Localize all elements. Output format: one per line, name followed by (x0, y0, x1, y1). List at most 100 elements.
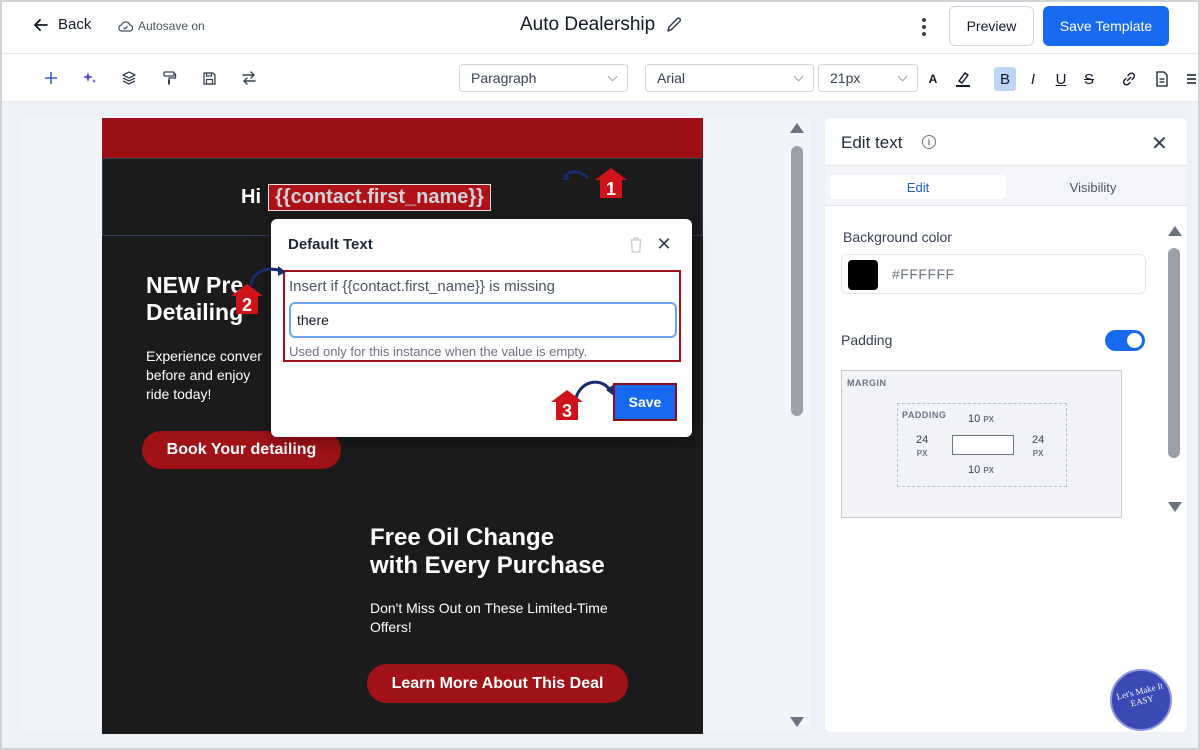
italic-button[interactable]: I (1022, 67, 1044, 91)
section1-title-line: Detailing (146, 299, 244, 325)
template-title-text: Auto Dealership (520, 14, 656, 35)
tab-visibility[interactable]: Visibility (1015, 175, 1171, 199)
panel-tabs: Edit Visibility (825, 166, 1187, 206)
ai-sparkle-icon[interactable] (79, 67, 101, 89)
block-type-value: Paragraph (471, 70, 537, 86)
underline-button[interactable]: U (1050, 67, 1072, 91)
section2-body-line: Don't Miss Out on These Limited-Time (370, 600, 608, 616)
top-header: Back Autosave on Auto Dealership Preview… (0, 0, 1200, 54)
font-size-value: 21px (830, 70, 861, 86)
font-size-icon[interactable]: A (922, 67, 944, 91)
background-color-label: Background color (843, 229, 952, 245)
pencil-icon[interactable] (665, 16, 683, 34)
document-icon[interactable] (1151, 67, 1173, 91)
email-header-band (102, 118, 703, 158)
info-icon[interactable]: i (922, 135, 936, 149)
panel-title: Edit text (841, 133, 903, 152)
default-text-popup: Default Text ✕ Insert if {{contact.first… (271, 219, 692, 437)
unit-label: PX (916, 449, 928, 458)
save-template-button[interactable]: Save Template (1043, 6, 1169, 46)
content-box (952, 435, 1014, 455)
padding-left-number: 24 (916, 434, 929, 446)
default-text-help: Used only for this instance when the val… (289, 344, 588, 359)
autosave-status: Autosave on (118, 19, 205, 33)
layers-icon[interactable] (118, 67, 140, 89)
lets-make-it-easy-logo: Let's Make It EASY (1110, 669, 1172, 731)
margin-box: MARGIN PADDING 10 PX 24 PX 24 PX 10 PX (841, 370, 1122, 518)
padding-box: PADDING 10 PX 24 PX 24 PX 10 PX (897, 403, 1067, 487)
unit-label: PX (983, 466, 994, 475)
default-text-field-group: Insert if {{contact.first_name}} is miss… (283, 270, 681, 362)
strikethrough-button[interactable]: S (1078, 67, 1100, 91)
canvas-scrollbar[interactable] (787, 118, 807, 732)
learn-more-button[interactable]: Learn More About This Deal (367, 664, 628, 703)
chevron-down-icon (897, 71, 908, 81)
greeting-text[interactable]: Hi {{contact.first_name}} (241, 184, 491, 211)
section1-title[interactable]: NEW Pre Detailing (146, 272, 243, 326)
default-text-input[interactable] (289, 302, 677, 338)
close-icon[interactable]: ✕ (1151, 131, 1168, 156)
section1-body-line: ride today! (146, 386, 212, 402)
font-family-value: Arial (657, 70, 686, 86)
preview-button[interactable]: Preview (949, 6, 1034, 46)
save-icon[interactable] (198, 67, 220, 89)
more-tools-icon[interactable] (1186, 67, 1198, 91)
background-color-value: #FFFFFF (892, 266, 955, 282)
unit-label: PX (983, 415, 994, 424)
scroll-thumb[interactable] (1168, 248, 1180, 458)
color-swatch[interactable] (848, 260, 878, 290)
scroll-down-icon[interactable] (1168, 502, 1182, 512)
back-button[interactable]: Back (34, 16, 91, 33)
padding-right-number: 24 (1032, 434, 1045, 446)
section1-body-line: before and enjoy (146, 367, 251, 383)
highlight-color-icon[interactable] (952, 67, 974, 91)
bold-button[interactable]: B (994, 67, 1016, 91)
font-size-select[interactable]: 21px (818, 64, 918, 92)
background-color-picker[interactable]: #FFFFFF (841, 254, 1146, 294)
logo-text: Let's Make It EASY (1115, 680, 1165, 709)
section2-title-line: Free Oil Change (370, 524, 555, 551)
edit-text-panel: Edit text i ✕ Edit Visibility Background… (825, 118, 1187, 732)
section2-body[interactable]: Don't Miss Out on These Limited-Time Off… (370, 599, 608, 637)
section1-body[interactable]: Experience conver before and enjoy ride … (146, 347, 262, 404)
step-number: 3 (556, 401, 578, 421)
chevron-down-icon (607, 71, 618, 81)
add-icon[interactable] (40, 67, 62, 89)
arrow-left-icon (34, 18, 48, 31)
padding-toggle[interactable] (1105, 330, 1145, 351)
font-family-select[interactable]: Arial (645, 64, 814, 92)
scroll-thumb[interactable] (791, 146, 803, 416)
trash-icon[interactable] (628, 236, 644, 254)
scroll-down-icon[interactable] (790, 717, 804, 727)
annotation-arrow-1 (561, 170, 590, 180)
padding-left-value[interactable]: 24 PX (916, 434, 928, 460)
link-icon[interactable] (1118, 67, 1140, 91)
section1-body-line: Experience conver (146, 348, 262, 364)
section2-title-line: with Every Purchase (370, 552, 605, 579)
step-number: 1 (600, 179, 622, 199)
swap-icon[interactable] (238, 67, 260, 89)
block-type-select[interactable]: Paragraph (459, 64, 628, 92)
padding-right-value[interactable]: 24 PX (1032, 434, 1044, 460)
padding-top-number: 10 (968, 413, 981, 425)
popup-save-button[interactable]: Save (613, 383, 677, 421)
more-options-icon[interactable] (914, 15, 934, 39)
back-label: Back (58, 16, 92, 33)
autosave-label: Autosave on (138, 19, 205, 33)
template-title[interactable]: Auto Dealership (520, 14, 683, 36)
section2-title[interactable]: Free Oil Change with Every Purchase (370, 524, 605, 580)
section1-title-line: NEW Pre (146, 272, 244, 298)
padding-top-value[interactable]: 10 PX (968, 413, 994, 426)
popup-title: Default Text (288, 236, 373, 253)
unit-label: PX (1032, 449, 1044, 458)
scroll-up-icon[interactable] (790, 123, 804, 133)
format-painter-icon[interactable] (158, 67, 180, 89)
merge-tag-first-name[interactable]: {{contact.first_name}} (268, 184, 491, 211)
padding-box-label: PADDING (902, 410, 947, 420)
padding-bottom-number: 10 (968, 464, 981, 476)
tab-edit[interactable]: Edit (830, 175, 1006, 199)
margin-label: MARGIN (847, 378, 887, 388)
close-icon[interactable]: ✕ (655, 235, 673, 253)
scroll-up-icon[interactable] (1168, 226, 1182, 236)
padding-bottom-value[interactable]: 10 PX (968, 464, 994, 477)
